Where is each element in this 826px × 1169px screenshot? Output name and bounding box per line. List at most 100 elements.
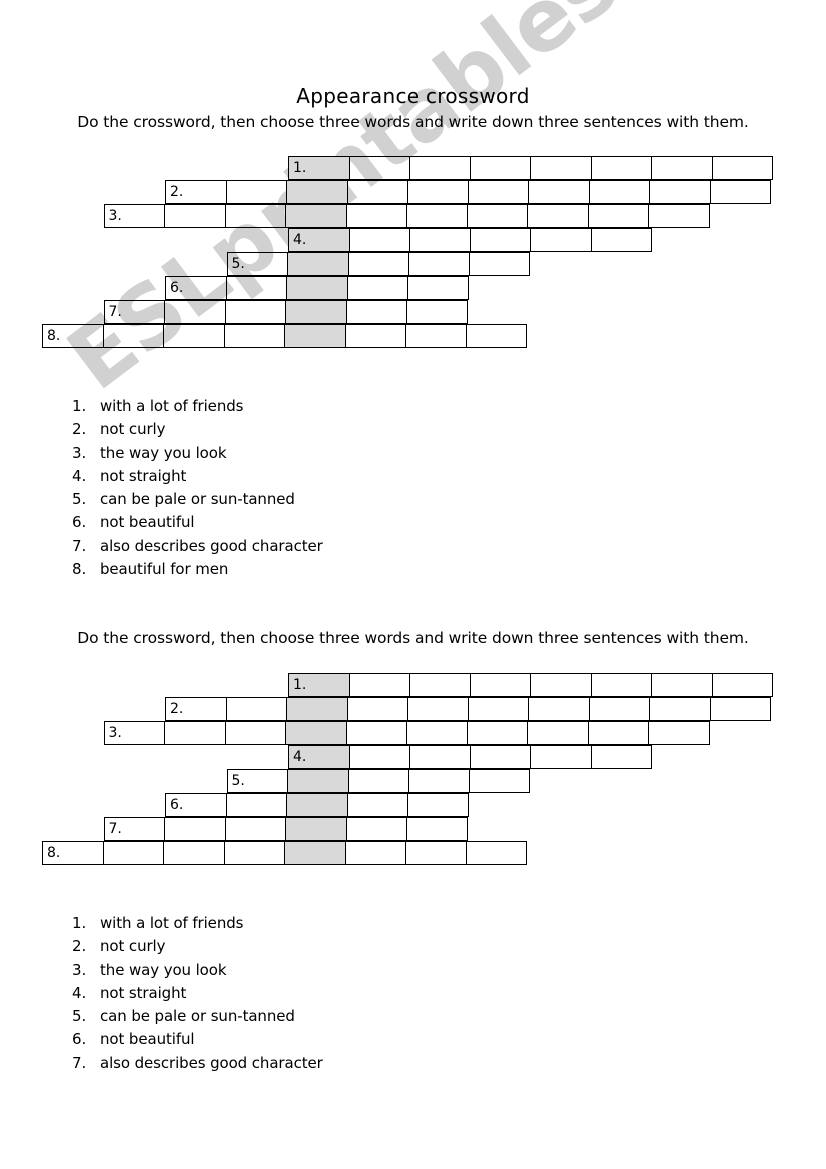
crossword-cell[interactable] [346,697,408,721]
crossword-cell[interactable] [348,745,410,769]
crossword-cell-highlighted[interactable] [285,721,347,745]
crossword-cell[interactable] [223,841,285,865]
crossword-cell[interactable]: 6. [165,793,227,817]
crossword-cell[interactable] [406,204,468,228]
crossword-cell-highlighted[interactable] [286,180,348,204]
crossword-cell[interactable] [528,697,590,721]
crossword-cell[interactable] [467,697,529,721]
crossword-cell[interactable] [588,697,650,721]
crossword-cell[interactable] [467,180,529,204]
crossword-cell[interactable] [465,841,527,865]
crossword-cell[interactable] [468,252,530,276]
crossword-cell[interactable] [590,673,652,697]
crossword-cell[interactable] [346,793,408,817]
crossword-cell[interactable] [527,204,589,228]
crossword-cell[interactable] [409,228,471,252]
crossword-cell[interactable] [164,721,226,745]
crossword-cell[interactable] [711,673,773,697]
crossword-cell[interactable] [345,721,407,745]
crossword-cell[interactable] [347,252,409,276]
crossword-cell[interactable] [590,745,652,769]
crossword-cell[interactable] [709,697,771,721]
crossword-cell[interactable] [469,156,531,180]
crossword-cell[interactable] [530,745,592,769]
crossword-cell[interactable] [406,817,468,841]
crossword-cell[interactable] [408,769,470,793]
crossword-cell[interactable]: 2. [165,180,227,204]
crossword-cell-highlighted[interactable] [285,817,347,841]
crossword-cell[interactable] [164,300,226,324]
crossword-cell[interactable]: 5. [226,252,288,276]
crossword-cell[interactable] [405,324,467,348]
crossword-cell[interactable] [466,721,528,745]
crossword-cell[interactable] [348,673,410,697]
crossword-cell[interactable] [344,841,406,865]
crossword-cell[interactable] [649,180,711,204]
crossword-cell[interactable] [344,324,406,348]
crossword-cell[interactable] [225,793,287,817]
crossword-cell-highlighted[interactable]: 4. [288,745,350,769]
crossword-cell[interactable] [406,300,468,324]
crossword-cell[interactable] [224,300,286,324]
crossword-cell-highlighted[interactable]: 1. [288,673,350,697]
crossword-cell[interactable] [648,204,710,228]
crossword-cell[interactable] [408,252,470,276]
crossword-cell[interactable]: 7. [103,817,165,841]
crossword-cell[interactable] [224,817,286,841]
crossword-cell[interactable] [346,276,408,300]
crossword-cell[interactable] [225,276,287,300]
crossword-cell[interactable]: 7. [103,300,165,324]
crossword-cell[interactable]: 3. [103,721,165,745]
crossword-cell[interactable] [587,204,649,228]
crossword-cell-highlighted[interactable] [284,324,346,348]
crossword-cell[interactable] [409,673,471,697]
crossword-cell[interactable] [224,721,286,745]
crossword-cell[interactable] [590,228,652,252]
crossword-cell-highlighted[interactable]: 4. [288,228,350,252]
crossword-cell[interactable] [649,697,711,721]
crossword-cell[interactable] [407,697,469,721]
crossword-cell[interactable] [530,228,592,252]
crossword-cell[interactable] [530,156,592,180]
crossword-cell[interactable] [163,324,225,348]
crossword-cell[interactable] [469,745,531,769]
crossword-cell[interactable] [469,228,531,252]
crossword-cell[interactable]: 6. [165,276,227,300]
crossword-cell[interactable] [102,324,164,348]
crossword-cell[interactable] [347,769,409,793]
crossword-cell[interactable] [709,180,771,204]
crossword-cell[interactable]: 3. [103,204,165,228]
crossword-cell[interactable] [223,324,285,348]
crossword-cell[interactable] [648,721,710,745]
crossword-cell[interactable] [409,156,471,180]
crossword-cell[interactable]: 5. [226,769,288,793]
crossword-cell[interactable] [225,180,287,204]
crossword-cell[interactable] [164,204,226,228]
crossword-cell-highlighted[interactable] [286,276,348,300]
crossword-cell[interactable] [348,228,410,252]
crossword-cell-highlighted[interactable] [285,204,347,228]
crossword-cell[interactable] [466,204,528,228]
crossword-cell-highlighted[interactable] [285,300,347,324]
crossword-cell[interactable] [588,180,650,204]
crossword-cell[interactable] [409,745,471,769]
crossword-cell[interactable] [407,180,469,204]
crossword-cell[interactable] [345,204,407,228]
crossword-cell[interactable] [651,673,713,697]
crossword-cell[interactable] [407,793,469,817]
crossword-cell[interactable] [405,841,467,865]
crossword-cell[interactable] [711,156,773,180]
crossword-cell[interactable] [469,673,531,697]
crossword-cell[interactable] [102,841,164,865]
crossword-cell-highlighted[interactable] [286,793,348,817]
crossword-cell[interactable] [164,817,226,841]
crossword-cell[interactable] [348,156,410,180]
crossword-cell[interactable]: 2. [165,697,227,721]
crossword-cell[interactable] [407,276,469,300]
crossword-cell-highlighted[interactable] [287,769,349,793]
crossword-cell[interactable] [225,697,287,721]
crossword-cell[interactable] [468,769,530,793]
crossword-cell-highlighted[interactable] [284,841,346,865]
crossword-cell[interactable] [527,721,589,745]
crossword-cell[interactable] [346,180,408,204]
